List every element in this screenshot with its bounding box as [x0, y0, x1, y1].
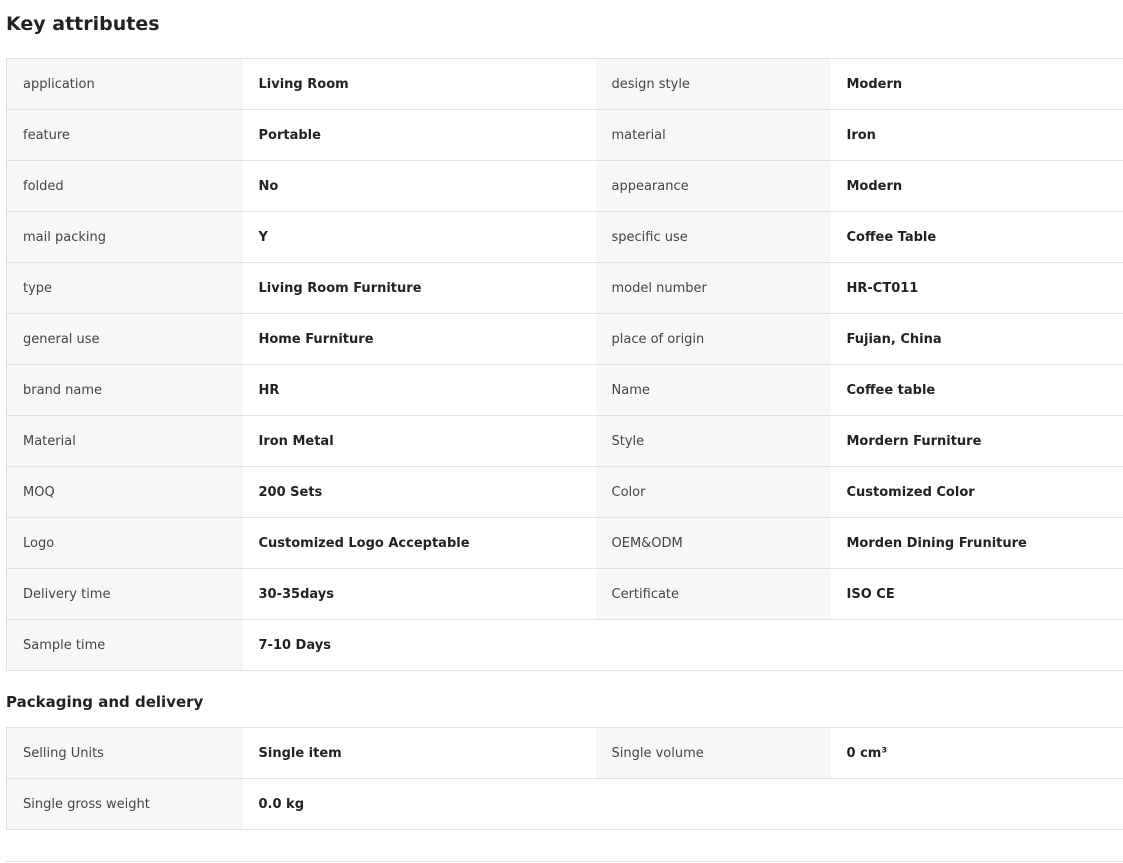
attribute-row: Logo Customized Logo Acceptable OEM&ODM … — [6, 517, 1123, 569]
attribute-key: material — [595, 109, 831, 161]
attribute-value: 200 Sets — [242, 466, 596, 518]
attribute-value: 7-10 Days — [242, 619, 596, 671]
attribute-key: OEM&ODM — [595, 517, 831, 569]
attribute-row: mail packing Y specific use Coffee Table — [6, 211, 1123, 263]
attribute-key: model number — [595, 262, 831, 314]
attribute-key: Selling Units — [6, 727, 243, 779]
empty-cell — [830, 778, 1123, 830]
attribute-value: Modern — [830, 160, 1123, 212]
attribute-key: MOQ — [6, 466, 243, 518]
attribute-key: specific use — [595, 211, 831, 263]
attribute-key: Name — [595, 364, 831, 416]
attribute-row: MOQ 200 Sets Color Customized Color — [6, 466, 1123, 518]
packaging-delivery-title: Packaging and delivery — [6, 693, 204, 711]
attribute-value: Mordern Furniture — [830, 415, 1123, 467]
attribute-row: Delivery time 30-35days Certificate ISO … — [6, 568, 1123, 620]
attribute-value: Iron — [830, 109, 1123, 161]
key-attributes-table: application Living Room design style Mod… — [6, 58, 1123, 671]
attribute-key: Material — [6, 415, 243, 467]
attribute-value: 0 cm³ — [830, 727, 1123, 779]
attribute-value: Coffee Table — [830, 211, 1123, 263]
attribute-value: Y — [242, 211, 596, 263]
attribute-key: Single gross weight — [6, 778, 243, 830]
attribute-key: Logo — [6, 517, 243, 569]
section-divider — [6, 861, 1123, 862]
attribute-row: Single gross weight 0.0 kg — [6, 778, 1123, 830]
product-attributes-page: Key attributes application Living Room d… — [0, 0, 1123, 863]
attribute-value: HR-CT011 — [830, 262, 1123, 314]
attribute-value: Morden Dining Fruniture — [830, 517, 1123, 569]
attribute-key: Certificate — [595, 568, 831, 620]
attribute-value: ISO CE — [830, 568, 1123, 620]
attribute-row: type Living Room Furniture model number … — [6, 262, 1123, 314]
attribute-row: application Living Room design style Mod… — [6, 58, 1123, 110]
attribute-value: Modern — [830, 58, 1123, 110]
attribute-key: Delivery time — [6, 568, 243, 620]
attribute-value: Customized Color — [830, 466, 1123, 518]
attribute-value: Fujian, China — [830, 313, 1123, 365]
attribute-key: Style — [595, 415, 831, 467]
key-attributes-title: Key attributes — [6, 13, 160, 35]
attribute-value: No — [242, 160, 596, 212]
attribute-key: type — [6, 262, 243, 314]
attribute-key: Single volume — [595, 727, 831, 779]
attribute-value: 0.0 kg — [242, 778, 596, 830]
attribute-row: Material Iron Metal Style Mordern Furnit… — [6, 415, 1123, 467]
attribute-row: general use Home Furniture place of orig… — [6, 313, 1123, 365]
attribute-value: Living Room — [242, 58, 596, 110]
attribute-key: design style — [595, 58, 831, 110]
attribute-row: feature Portable material Iron — [6, 109, 1123, 161]
attribute-value: Living Room Furniture — [242, 262, 596, 314]
attribute-row: Selling Units Single item Single volume … — [6, 727, 1123, 779]
attribute-value: 30-35days — [242, 568, 596, 620]
attribute-key: brand name — [6, 364, 243, 416]
attribute-row: brand name HR Name Coffee table — [6, 364, 1123, 416]
attribute-key: Color — [595, 466, 831, 518]
attribute-value: Iron Metal — [242, 415, 596, 467]
attribute-row: Sample time 7-10 Days — [6, 619, 1123, 671]
attribute-key: general use — [6, 313, 243, 365]
empty-cell — [595, 778, 831, 830]
attribute-value: Portable — [242, 109, 596, 161]
attribute-value: Coffee table — [830, 364, 1123, 416]
empty-cell — [830, 619, 1123, 671]
attribute-key: application — [6, 58, 243, 110]
empty-cell — [595, 619, 831, 671]
attribute-key: Sample time — [6, 619, 243, 671]
attribute-key: appearance — [595, 160, 831, 212]
attribute-key: mail packing — [6, 211, 243, 263]
attribute-key: place of origin — [595, 313, 831, 365]
packaging-delivery-table: Selling Units Single item Single volume … — [6, 727, 1123, 830]
attribute-key: feature — [6, 109, 243, 161]
attribute-value: Home Furniture — [242, 313, 596, 365]
attribute-value: Single item — [242, 727, 596, 779]
attribute-value: Customized Logo Acceptable — [242, 517, 596, 569]
attribute-value: HR — [242, 364, 596, 416]
attribute-row: folded No appearance Modern — [6, 160, 1123, 212]
attribute-key: folded — [6, 160, 243, 212]
